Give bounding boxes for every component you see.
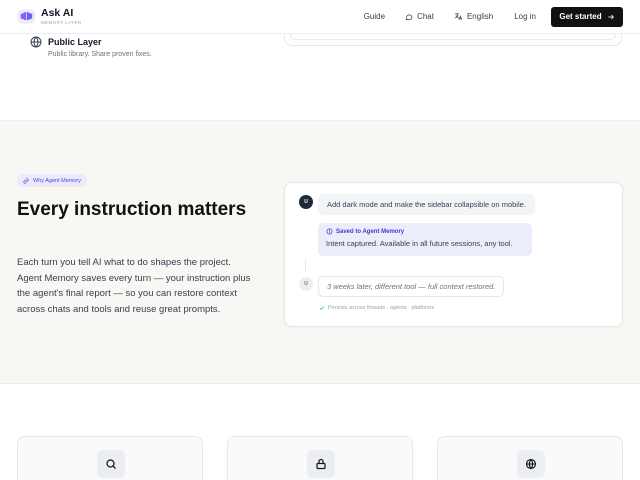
language-label: English	[466, 12, 494, 21]
chat-bubble-icon	[405, 13, 413, 20]
later-message: 3 weeks later, different tool — full con…	[318, 276, 505, 297]
why-agent-memory-section: Why Agent Memory Every instruction matte…	[0, 120, 640, 384]
persist-note: Persists across threads · agents · platf…	[319, 305, 434, 311]
feature-card-globe	[437, 436, 623, 480]
why-badge-label: Why Agent Memory	[33, 177, 81, 184]
nav-chat-link[interactable]: Chat	[405, 12, 434, 21]
section-title: Every instruction matters	[17, 199, 247, 220]
memory-chat-card: U Add dark mode and make the sidebar col…	[284, 182, 623, 327]
public-layer-title: Public Layer	[48, 37, 102, 47]
logo-title: Ask AI	[41, 7, 74, 19]
globe-icon	[30, 36, 42, 48]
why-badge: Why Agent Memory	[17, 174, 87, 187]
feature-card-search	[17, 436, 203, 480]
link-icon	[23, 177, 29, 184]
nav-guide-link[interactable]: Guide	[364, 12, 385, 21]
arrow-right-icon	[607, 14, 614, 19]
get-started-label: Get started	[559, 12, 602, 21]
check-icon	[319, 306, 325, 310]
feature-icon-wrap	[97, 450, 125, 478]
saved-memory-message: Saved to Agent Memory Intent captured. A…	[318, 223, 532, 256]
search-icon	[106, 459, 116, 469]
logo-subtitle: MEMORY LAYER	[41, 19, 82, 25]
brain-logo-icon	[17, 9, 36, 24]
login-link[interactable]: Log in	[514, 12, 536, 21]
later-avatar: U	[299, 277, 313, 291]
saved-title: Saved to Agent Memory	[336, 228, 405, 235]
public-layer-description: Public library. Share proven fixes.	[48, 51, 152, 58]
info-circle-icon	[326, 228, 333, 235]
section-description: Each turn you tell AI what to do shapes …	[17, 257, 251, 316]
feature-icon-wrap	[307, 450, 335, 478]
user-avatar: U	[299, 195, 313, 209]
site-header: Ask AI MEMORY LAYER Guide Chat English L…	[0, 0, 640, 34]
persist-note-label: Persists across threads · agents · platf…	[328, 305, 435, 311]
get-started-button[interactable]: Get started	[551, 6, 623, 27]
language-selector[interactable]: English	[454, 12, 493, 21]
logo[interactable]: Ask AI MEMORY LAYER	[17, 7, 82, 26]
saved-body: Intent captured. Available in all future…	[326, 239, 513, 248]
preview-card-inner	[290, 34, 616, 40]
globe-icon	[525, 458, 537, 470]
feature-card-lock	[227, 436, 413, 480]
timeline-connector	[305, 259, 306, 271]
lock-icon	[316, 458, 326, 470]
feature-icon-wrap	[517, 450, 545, 478]
translate-icon	[454, 13, 463, 21]
nav-chat-label: Chat	[417, 12, 434, 21]
main-nav: Guide Chat English Log in Get started	[364, 6, 623, 27]
user-message: Add dark mode and make the sidebar colla…	[318, 194, 535, 215]
